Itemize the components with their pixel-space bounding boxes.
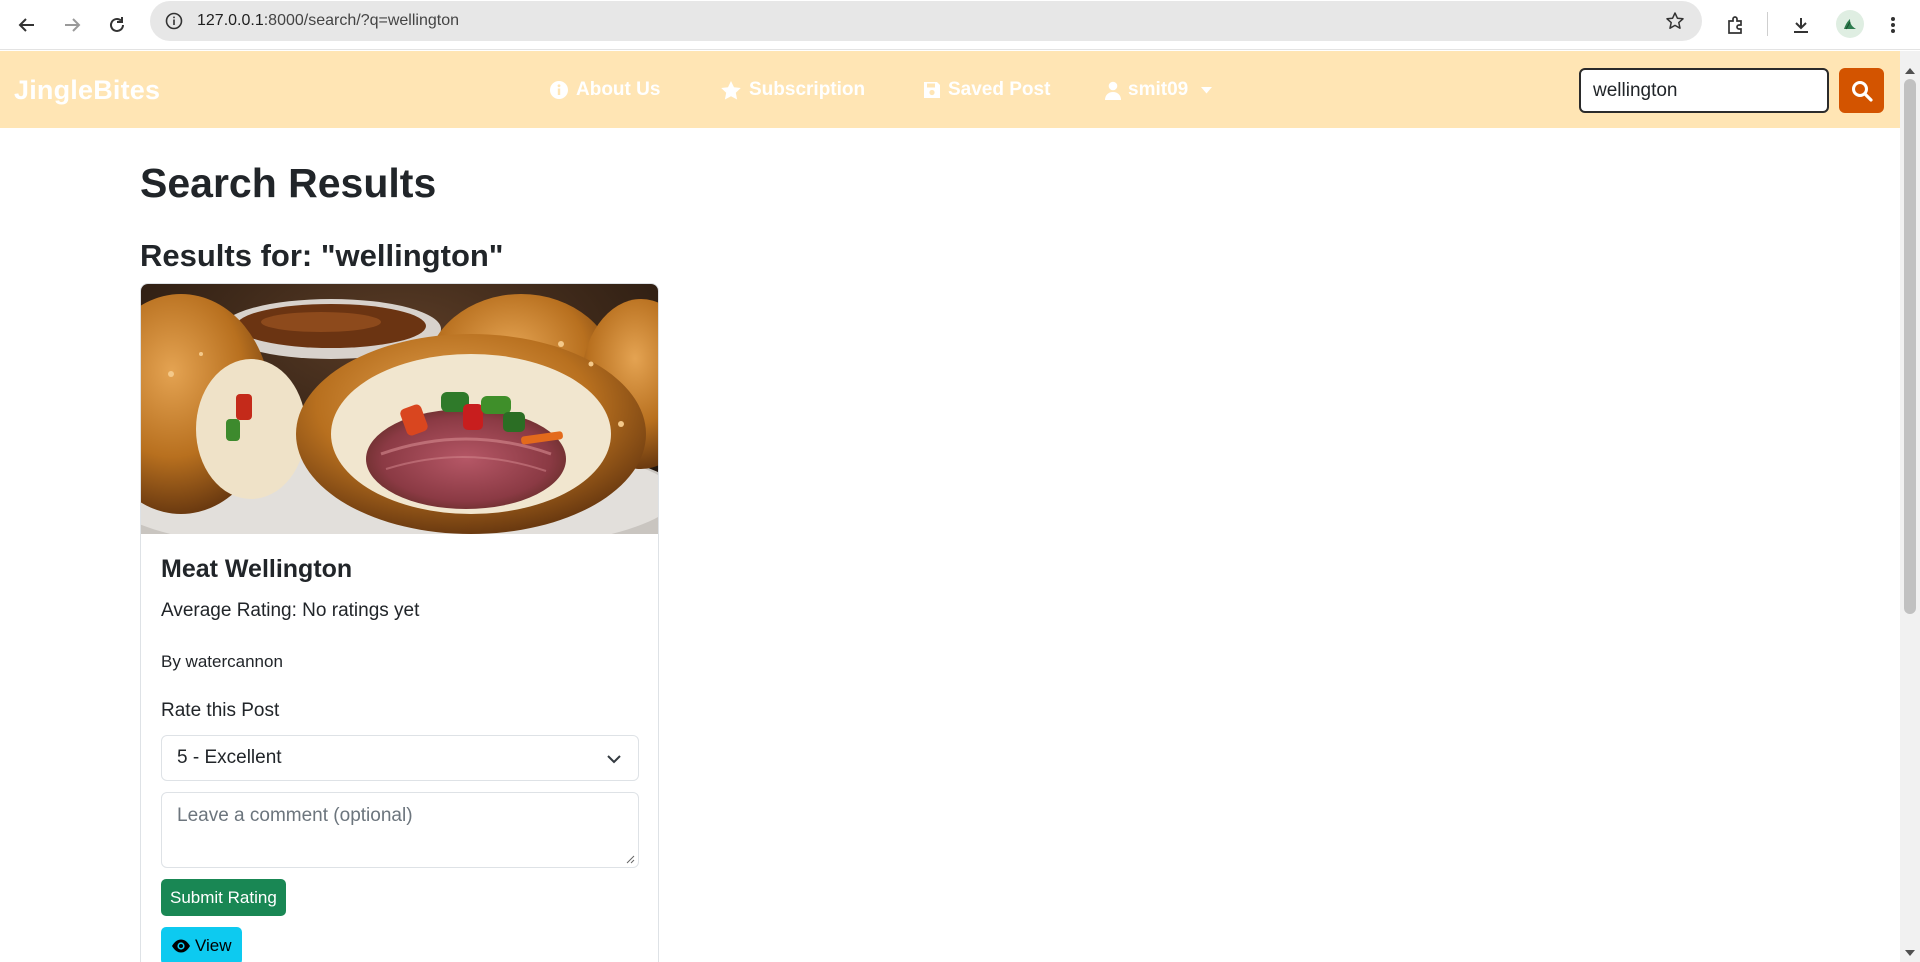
rating-select-value: 5 - Excellent (177, 747, 282, 768)
toolbar-divider (1767, 12, 1768, 36)
search-icon (1851, 80, 1873, 102)
download-icon[interactable] (1784, 8, 1818, 42)
user-icon (1105, 81, 1121, 100)
author-text: By watercannon (161, 652, 283, 671)
rating-select[interactable]: 5 - Excellent (161, 735, 639, 781)
bookmark-star-icon[interactable] (1662, 8, 1688, 34)
caret-down-icon (1201, 86, 1213, 93)
nav-saved-post[interactable]: Saved Post (923, 79, 1050, 101)
view-button[interactable]: View (161, 927, 242, 962)
address-bar[interactable]: 127.0.0.1:8000/search/?q=wellington (150, 1, 1702, 41)
resize-grip-icon[interactable] (625, 854, 635, 864)
profile-avatar-icon[interactable] (1836, 10, 1864, 38)
nav-about-us[interactable]: About Us (549, 79, 660, 101)
recipe-image (141, 284, 658, 534)
info-circle-icon (550, 81, 568, 99)
site-info-icon[interactable] (160, 7, 188, 35)
results-heading: Results for: "wellington" (140, 238, 504, 273)
result-card: Meat Wellington Average Rating: No ratin… (140, 283, 659, 962)
submit-rating-button[interactable]: Submit Rating (161, 879, 286, 916)
browser-menu-icon[interactable] (1876, 8, 1910, 42)
rate-post-label: Rate this Post (161, 700, 280, 721)
view-button-label: View (195, 936, 232, 955)
browser-toolbar: 127.0.0.1:8000/search/?q=wellington (0, 0, 1920, 50)
search-button[interactable] (1839, 68, 1884, 113)
search-input[interactable] (1579, 68, 1829, 113)
floppy-disk-icon (924, 82, 940, 98)
result-title: Meat Wellington (161, 555, 353, 583)
page-title: Search Results (140, 160, 437, 206)
extensions-icon[interactable] (1718, 8, 1752, 42)
scroll-down-arrow-icon[interactable] (1905, 950, 1915, 956)
back-icon[interactable] (10, 8, 44, 42)
page-scrollbar[interactable] (1900, 51, 1920, 962)
star-icon (721, 80, 741, 99)
comment-textarea[interactable] (161, 792, 639, 868)
nav-about-us-label: About Us (576, 79, 661, 100)
scroll-up-arrow-icon[interactable] (1905, 68, 1915, 74)
scroll-thumb[interactable] (1904, 79, 1916, 614)
chevron-down-icon (607, 755, 621, 764)
url-text: 127.0.0.1:8000/search/?q=wellington (197, 12, 459, 29)
brand-logo[interactable]: JingleBites (14, 75, 160, 106)
nav-user-dropdown[interactable]: smit09 (1105, 79, 1213, 101)
eye-icon (172, 939, 190, 953)
nav-username: smit09 (1128, 79, 1189, 100)
nav-saved-post-label: Saved Post (948, 79, 1051, 100)
nav-subscription-label: Subscription (749, 79, 866, 100)
nav-subscription[interactable]: Subscription (720, 79, 865, 101)
reload-icon[interactable] (100, 8, 134, 42)
site-navbar: JingleBites About Us Subscription Saved … (0, 51, 1900, 128)
forward-icon[interactable] (55, 8, 89, 42)
average-rating-text: Average Rating: No ratings yet (161, 600, 420, 621)
